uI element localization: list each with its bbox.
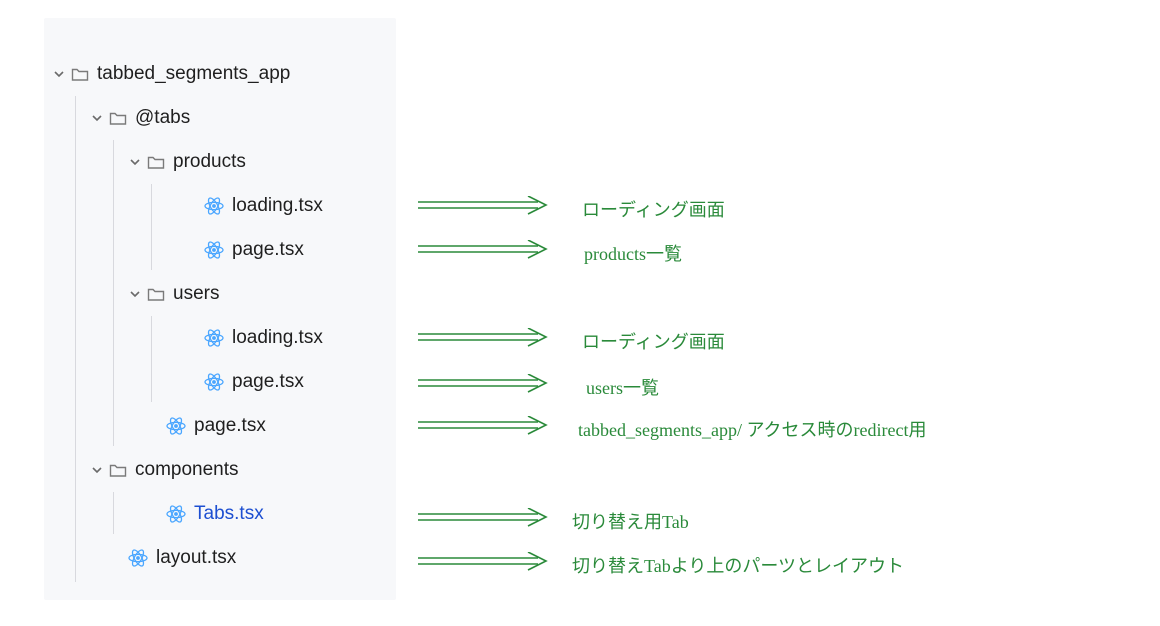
tree-item-label: products [173, 151, 246, 173]
folder-icon [147, 286, 165, 302]
tree-item-label: layout.tsx [156, 547, 236, 569]
annotation-note: ローディング画面 [582, 328, 725, 354]
annotation-note: products一覧 [584, 240, 682, 266]
react-icon [166, 504, 186, 524]
tree-file-products-page[interactable]: page.tsx [44, 228, 396, 272]
tree-folder-users[interactable]: users [44, 272, 396, 316]
react-icon [204, 240, 224, 260]
react-icon [128, 548, 148, 568]
chevron-down-icon [128, 156, 141, 169]
folder-icon [71, 66, 89, 82]
tree-file-layout[interactable]: layout.tsx [44, 536, 396, 580]
chevron-down-icon [90, 112, 103, 125]
tree-item-label: Tabs.tsx [194, 503, 264, 525]
annotation-arrow-icon [418, 374, 558, 401]
react-icon [204, 372, 224, 392]
tree-file-tabs-tsx[interactable]: Tabs.tsx [44, 492, 396, 536]
tree-item-label: page.tsx [232, 371, 304, 393]
tree-item-label: users [173, 283, 219, 305]
app-root: tabbed_segments_app @tabs products loadi… [0, 0, 1160, 626]
annotation-arrow-icon [418, 328, 558, 355]
tree-item-label: tabbed_segments_app [97, 63, 290, 85]
tree-file-products-loading[interactable]: loading.tsx [44, 184, 396, 228]
annotation-note: ローディング画面 [582, 196, 725, 222]
react-icon [166, 416, 186, 436]
tree-item-label: components [135, 459, 239, 481]
tree-file-tabs-page[interactable]: page.tsx [44, 404, 396, 448]
tree-folder-tabs[interactable]: @tabs [44, 96, 396, 140]
tree-folder-tabbed-segments-app[interactable]: tabbed_segments_app [44, 52, 396, 96]
chevron-down-icon [90, 464, 103, 477]
chevron-down-icon [128, 288, 141, 301]
annotation-arrow-icon [418, 196, 558, 223]
annotation-arrow-icon [418, 508, 558, 535]
tree-item-label: loading.tsx [232, 195, 323, 217]
annotation-note: 切り替えTabより上のパーツとレイアウト [572, 552, 904, 578]
annotation-arrow-icon [418, 552, 558, 579]
folder-icon [109, 110, 127, 126]
tree-folder-components[interactable]: components [44, 448, 396, 492]
annotation-arrow-icon [418, 416, 558, 443]
file-tree: tabbed_segments_app @tabs products loadi… [44, 18, 396, 580]
tree-item-label: page.tsx [232, 239, 304, 261]
folder-icon [109, 462, 127, 478]
react-icon [204, 328, 224, 348]
tree-item-label: page.tsx [194, 415, 266, 437]
folder-icon [147, 154, 165, 170]
react-icon [204, 196, 224, 216]
annotation-note: 切り替え用Tab [572, 508, 689, 534]
chevron-down-icon [52, 68, 65, 81]
annotation-arrow-icon [418, 240, 558, 267]
tree-file-users-page[interactable]: page.tsx [44, 360, 396, 404]
tree-file-users-loading[interactable]: loading.tsx [44, 316, 396, 360]
annotation-note: tabbed_segments_app/ アクセス時のredirect用 [578, 416, 927, 442]
tree-folder-products[interactable]: products [44, 140, 396, 184]
tree-item-label: loading.tsx [232, 327, 323, 349]
annotation-note: users一覧 [586, 374, 659, 400]
tree-item-label: @tabs [135, 107, 190, 129]
